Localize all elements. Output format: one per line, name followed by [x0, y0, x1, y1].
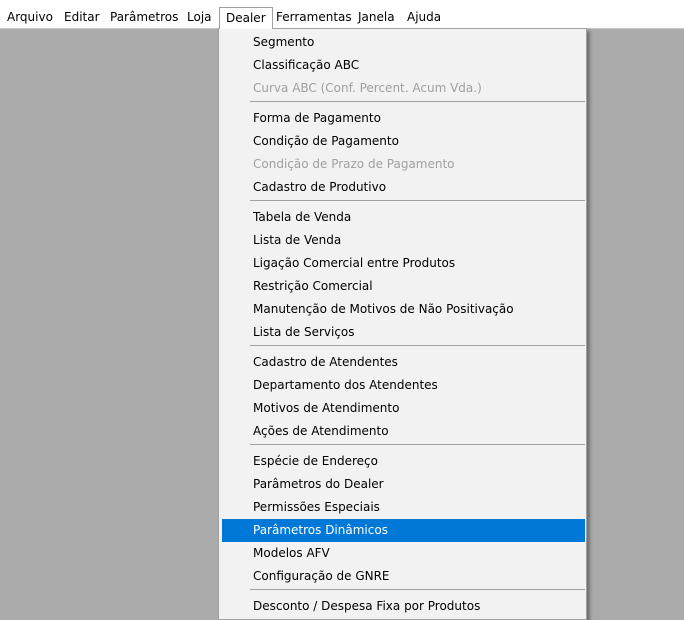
- menu-item-acoes-de-atendimento[interactable]: Ações de Atendimento: [222, 420, 585, 443]
- menu-ferramentas[interactable]: Ferramentas: [276, 9, 352, 26]
- menu-item-lista-de-servicos[interactable]: Lista de Serviços: [222, 321, 585, 344]
- menu-dealer[interactable]: Dealer: [219, 7, 273, 29]
- menu-separator: [250, 200, 585, 201]
- menu-bar: Arquivo Editar Parâmetros Loja Dealer Fe…: [0, 0, 684, 29]
- menu-item-parametros-do-dealer[interactable]: Parâmetros do Dealer: [222, 473, 585, 496]
- dealer-dropdown-menu: Segmento Classificação ABC Curva ABC (Co…: [218, 28, 587, 620]
- menu-separator: [250, 444, 585, 445]
- menu-item-ligacao-comercial[interactable]: Ligação Comercial entre Produtos: [222, 252, 585, 275]
- menu-item-segmento[interactable]: Segmento: [222, 31, 585, 54]
- menu-item-especie-de-endereco[interactable]: Espécie de Endereço: [222, 450, 585, 473]
- menu-item-classificacao-abc[interactable]: Classificação ABC: [222, 54, 585, 77]
- menu-item-permissoes-especiais[interactable]: Permissões Especiais: [222, 496, 585, 519]
- menu-item-tabela-de-venda[interactable]: Tabela de Venda: [222, 206, 585, 229]
- menu-item-desconto-despesa-fixa[interactable]: Desconto / Despesa Fixa por Produtos: [222, 595, 585, 618]
- menu-item-condicao-de-pagamento[interactable]: Condição de Pagamento: [222, 130, 585, 153]
- menu-item-modelos-afv[interactable]: Modelos AFV: [222, 542, 585, 565]
- menu-item-restricao-comercial[interactable]: Restrição Comercial: [222, 275, 585, 298]
- menu-separator: [250, 101, 585, 102]
- menu-janela[interactable]: Janela: [358, 9, 395, 26]
- menu-ajuda[interactable]: Ajuda: [407, 9, 441, 26]
- menu-item-parametros-dinamicos[interactable]: Parâmetros Dinâmicos: [222, 519, 585, 542]
- menu-loja[interactable]: Loja: [187, 9, 212, 26]
- menu-editar[interactable]: Editar: [64, 9, 100, 26]
- menu-item-cadastro-de-produtivo[interactable]: Cadastro de Produtivo: [222, 176, 585, 199]
- menu-separator: [250, 345, 585, 346]
- menu-item-motivos-de-atendimento[interactable]: Motivos de Atendimento: [222, 397, 585, 420]
- menu-item-condicao-de-prazo: Condição de Prazo de Pagamento: [253, 157, 455, 171]
- menu-item-lista-de-venda[interactable]: Lista de Venda: [222, 229, 585, 252]
- menu-item-cadastro-de-atendentes[interactable]: Cadastro de Atendentes: [222, 351, 585, 374]
- menu-separator: [250, 589, 585, 590]
- menu-parametros[interactable]: Parâmetros: [110, 9, 178, 26]
- menu-arquivo[interactable]: Arquivo: [7, 9, 53, 26]
- menu-item-configuracao-gnre[interactable]: Configuração de GNRE: [222, 565, 585, 588]
- menu-item-manutencao-motivos[interactable]: Manutenção de Motivos de Não Positivação: [222, 298, 585, 321]
- menu-item-forma-de-pagamento[interactable]: Forma de Pagamento: [222, 107, 585, 130]
- menu-item-curva-abc: Curva ABC (Conf. Percent. Acum Vda.): [253, 81, 482, 95]
- menu-item-departamento-atendentes[interactable]: Departamento dos Atendentes: [222, 374, 585, 397]
